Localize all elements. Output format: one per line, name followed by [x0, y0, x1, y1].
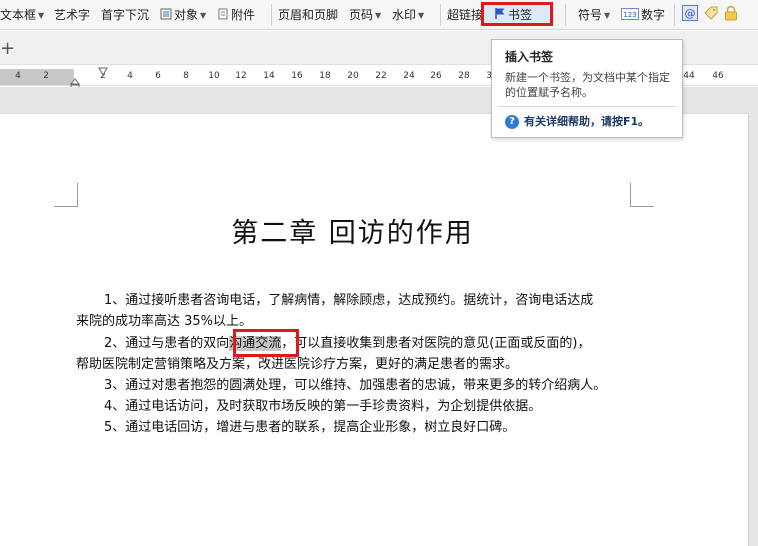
symbol-label: 符号 — [578, 8, 603, 22]
hyperlink-button[interactable]: 超链接 — [447, 5, 483, 25]
ruler-tick-label: 2 — [43, 71, 49, 81]
ruler-tick-label: 18 — [319, 71, 331, 81]
lock-button[interactable] — [724, 5, 740, 25]
paragraph-2-before: 2、通过与患者的双向 — [104, 336, 230, 351]
chevron-down-icon: ▼ — [418, 10, 425, 20]
ruler-tick-label: 46 — [712, 71, 724, 81]
tag-button[interactable] — [703, 5, 721, 25]
textbox-label: 文本框 — [0, 8, 37, 22]
symbol-button[interactable]: 符号 ▼ — [578, 5, 610, 25]
wordart-label: 艺术字 — [54, 8, 91, 22]
object-icon — [160, 6, 172, 26]
ruler-tick-label: 14 — [263, 71, 275, 81]
first-line-indent-marker[interactable] — [98, 66, 108, 77]
toolbar-divider — [674, 4, 675, 26]
ruler-tick-label: 4 — [15, 71, 21, 81]
attachment-button[interactable]: 附件 — [217, 5, 255, 25]
ruler-tick-label: 4 — [127, 71, 133, 81]
ruler-tick-label: 16 — [291, 71, 303, 81]
tag-icon — [703, 5, 719, 27]
ruler-tick-label: 12 — [235, 71, 247, 81]
dropcap-label: 首字下沉 — [101, 8, 150, 22]
number-label: 数字 — [641, 8, 666, 22]
at-icon: @ — [682, 5, 698, 27]
at-symbol-button[interactable]: @ — [682, 5, 700, 25]
new-tab-icon[interactable]: + — [0, 40, 15, 58]
number-icon-text: 123 — [623, 11, 636, 19]
number-button[interactable]: 123 数字 — [621, 5, 665, 25]
chapter-title: 第二章 回访的作用 — [231, 218, 474, 249]
paragraph-3: 3、通过对患者抱怨的圆满处理，可以维持、加强患者的忠诚，带来更多的转介绍病人。 — [104, 378, 607, 393]
crop-mark-top-right — [630, 183, 654, 207]
page-number-label: 页码 — [349, 8, 374, 22]
paragraph-1-line-2: 来院的成功率高达 35%以上。 — [76, 314, 253, 329]
tooltip-help: ? 有关详细帮助，请按F1。 — [505, 113, 649, 129]
header-footer-button[interactable]: 页眉和页脚 — [278, 5, 338, 25]
paragraph-5: 5、通过电话回访，增进与患者的联系，提高企业形象，树立良好口碑。 — [104, 420, 516, 435]
number-icon: 123 — [621, 6, 639, 26]
help-icon: ? — [505, 115, 519, 129]
ruler-tick-label: 22 — [375, 71, 387, 81]
dropcap-button[interactable]: 首字下沉 — [101, 5, 149, 25]
ruler-tick-label: 10 — [208, 71, 220, 81]
watermark-label: 水印 — [392, 8, 417, 22]
paragraph-2-line-1: 2、通过与患者的双向沟通交流，可以直接收集到患者对医院的意见(正面或反面的)， — [104, 334, 590, 354]
lock-icon — [724, 5, 738, 27]
paragraph-2-line-2: 帮助医院制定营销策略及方案，改进医院诊疗方案，更好的满足患者的需求。 — [76, 357, 519, 372]
paragraph-4: 4、通过电话访问，及时获取市场反映的第一手珍贵资料，为企划提供依据。 — [104, 399, 542, 414]
attachment-label: 附件 — [231, 8, 256, 22]
hyperlink-label: 超链接 — [447, 8, 484, 22]
bookmark-tooltip: 插入书签 新建一个书签，为文档中某个指定的位置赋予名称。 ? 有关详细帮助，请按F… — [491, 39, 683, 138]
tooltip-help-text: 有关详细帮助，请按F1。 — [524, 115, 650, 128]
ruler-tick-label: 24 — [403, 71, 415, 81]
tooltip-title: 插入书签 — [505, 50, 554, 64]
toolbar-divider — [271, 4, 272, 26]
toolbar-divider — [565, 4, 566, 26]
chevron-down-icon: ▼ — [38, 10, 45, 20]
paragraph-1-line-1: 1、通过接听患者咨询电话，了解病情，解除顾虑，达成预约。据统计，咨询电话达成 — [104, 293, 594, 308]
object-button[interactable]: 对象 ▼ — [160, 5, 206, 25]
paragraph-2-after: ，可以直接收集到患者对医院的意见(正面或反面的)， — [281, 336, 591, 351]
textbox-button[interactable]: 文本框 ▼ — [0, 5, 44, 25]
bookmark-highlight-box — [481, 2, 553, 26]
ruler-tick-label: 6 — [155, 71, 161, 81]
object-label: 对象 — [174, 8, 199, 22]
attachment-icon — [217, 6, 229, 26]
ruler-tick-label: 8 — [183, 71, 189, 81]
page-number-button[interactable]: 页码 ▼ — [349, 5, 381, 25]
crop-mark-top-left — [54, 183, 78, 207]
wordart-button[interactable]: 艺术字 — [54, 5, 90, 25]
tooltip-divider — [498, 106, 676, 107]
header-footer-label: 页眉和页脚 — [278, 8, 339, 22]
selection-highlight-box — [233, 329, 299, 357]
chevron-down-icon: ▼ — [604, 10, 611, 20]
toolbar-divider — [440, 4, 441, 26]
svg-text:@: @ — [685, 7, 696, 20]
watermark-button[interactable]: 水印 ▼ — [392, 5, 424, 25]
ruler-tick-label: 26 — [430, 71, 442, 81]
chevron-down-icon: ▼ — [200, 10, 207, 20]
ruler-tick-label: 20 — [347, 71, 359, 81]
ruler-tick-label: 28 — [458, 71, 470, 81]
tooltip-description: 新建一个书签，为文档中某个指定的位置赋予名称。 — [505, 71, 670, 99]
chevron-down-icon: ▼ — [375, 10, 382, 20]
